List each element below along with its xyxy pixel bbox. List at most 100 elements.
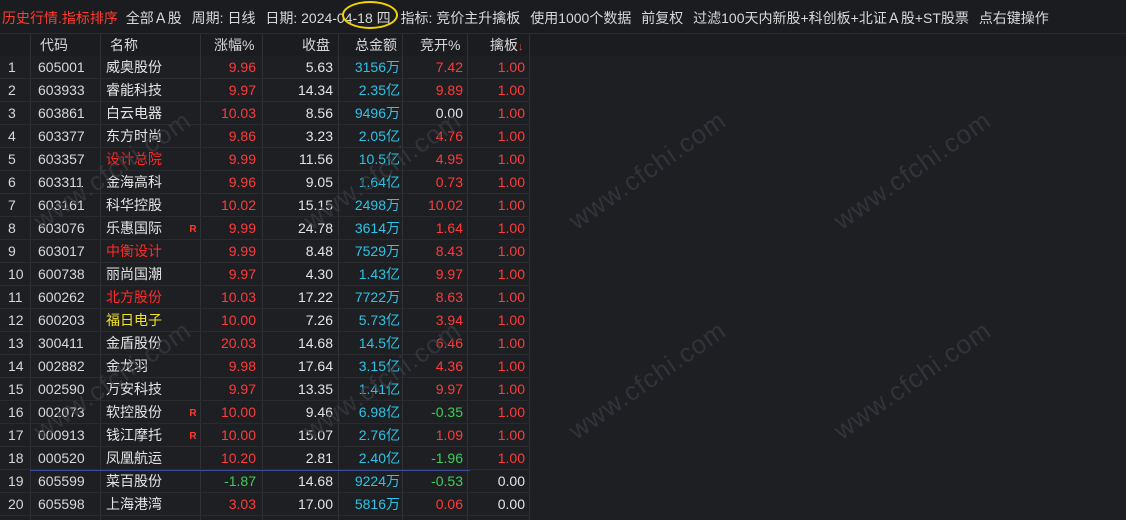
change-pct-cell: 9.96 [228,174,256,190]
qb-cell: 0.00 [497,496,525,512]
table-row[interactable]: 11 600262 北方股份 10.03 17.22 7722万 8.63 1.00 [0,286,530,309]
row-index: 15 [8,381,24,397]
row-separator-line [30,470,470,471]
open-pct-cell: 0.06 [435,496,463,512]
close-price-cell: 14.68 [297,473,333,489]
stock-code: 605598 [38,496,85,512]
col-header-amount[interactable]: 总金额 [355,34,405,56]
qb-cell: 1.00 [497,243,525,259]
stock-name: 上海港湾 [106,496,162,512]
change-pct-cell: 9.99 [228,243,256,259]
row-index: 13 [8,335,24,351]
amount-cell: 1.43亿 [358,266,400,282]
row-index: 12 [8,312,24,328]
table-header: 代码 名称 涨幅% 收盘 总金额 竞开% 擒板↓ [0,34,1126,56]
row-index: 6 [8,174,16,190]
change-pct-cell: 9.99 [228,220,256,236]
qb-cell: 1.00 [497,266,525,282]
open-pct-cell: 1.64 [435,220,463,236]
open-pct-cell: -0.53 [431,473,463,489]
row-index: 19 [8,473,24,489]
qb-cell: 1.00 [497,174,525,190]
window-title[interactable]: 历史行情.指标排序 [2,10,118,26]
col-header-change[interactable]: 涨幅% [214,34,262,56]
close-price-cell: 17.00 [297,496,333,512]
change-pct-cell: 20.03 [220,335,256,351]
change-pct-cell: 9.96 [228,59,256,75]
period-selector[interactable]: 周期: 日线 [192,10,256,26]
open-pct-cell: 7.42 [435,59,463,75]
col-header-name[interactable]: 名称 [110,34,170,56]
table-row[interactable]: 2 603933 睿能科技 9.97 14.34 2.35亿 9.89 1.00 [0,79,530,102]
margin-flag-badge: R [189,224,197,235]
change-pct-cell: 9.99 [228,151,256,167]
amount-cell: 7722万 [354,289,400,305]
change-pct-cell: 10.02 [220,197,256,213]
qb-cell: 1.00 [497,197,525,213]
table-row[interactable]: 8 603076 乐惠国际 R 9.99 24.78 3614万 1.64 1.00 [0,217,530,240]
table-row[interactable]: 10 600738 丽尚国潮 9.97 4.30 1.43亿 9.97 1.00 [0,263,530,286]
data-count-label: 使用1000个数据 [530,10,632,26]
amount-cell: 9224万 [354,473,400,489]
table-row[interactable]: 19 605599 菜百股份 -1.87 14.68 9224万 -0.53 0.00 [0,470,530,493]
change-pct-cell: 10.20 [220,450,256,466]
adjust-mode-label[interactable]: 前复权 [641,10,683,26]
open-pct-cell: 8.63 [435,289,463,305]
stock-code: 600262 [38,289,85,305]
stock-code: 605599 [38,473,85,489]
qb-cell: 1.00 [497,105,525,121]
col-header-qb[interactable]: 擒板↓ [490,34,530,56]
change-pct-cell: 10.00 [220,404,256,420]
row-index: 20 [8,496,24,512]
stock-code: 000520 [38,450,85,466]
close-price-cell: 14.68 [297,335,333,351]
open-pct-cell: 9.97 [435,381,463,397]
stock-name: 凤凰航运 [106,450,162,466]
close-price-cell: 13.35 [297,381,333,397]
change-pct-cell: 9.97 [228,266,256,282]
change-pct-cell: 10.00 [220,312,256,328]
close-price-cell: 17.64 [297,358,333,374]
table-row[interactable]: 9 603017 中衡设计 9.99 8.48 7529万 8.43 1.00 [0,240,530,263]
close-price-cell: 4.30 [305,266,333,282]
change-pct-cell: 10.00 [220,427,256,443]
qb-cell: 1.00 [497,312,525,328]
col-header-close[interactable]: 收盘 [302,34,342,56]
table-row[interactable]: 18 000520 凤凰航运 10.20 2.81 2.40亿 -1.96 1.00 [0,447,530,470]
row-index: 16 [8,404,24,420]
market-selector[interactable]: 全部Ａ股 [126,10,182,26]
table-row[interactable]: 5 603357 设计总院 9.99 11.56 10.5亿 4.95 1.00 [0,148,530,171]
stock-name: 北方股份 [106,289,162,305]
col-header-code[interactable]: 代码 [40,34,100,56]
table-row[interactable]: 14 002882 金龙羽 9.98 17.64 3.15亿 4.36 1.00 [0,355,530,378]
qb-cell: 1.00 [497,450,525,466]
amount-cell: 7529万 [354,243,400,259]
stock-name: 丽尚国潮 [106,266,162,282]
row-index: 9 [8,243,16,259]
stock-code: 600203 [38,312,85,328]
stock-code: 002882 [38,358,85,374]
watermark: www.cfchi.com [827,104,997,236]
stock-code: 603017 [38,243,85,259]
change-pct-cell: -1.87 [224,473,256,489]
row-index: 7 [8,197,16,213]
watermark: www.cfchi.com [562,314,732,446]
table-row[interactable]: 20 605598 上海港湾 3.03 17.00 5816万 0.06 0.00 [0,493,530,516]
qb-cell: 1.00 [497,289,525,305]
indicator-selector[interactable]: 指标: 竞价主升擒板 [401,10,521,26]
row-index: 1 [8,59,16,75]
close-price-cell: 2.81 [305,450,333,466]
hint-label: 点右键操作 [978,10,1049,26]
open-pct-cell: -0.35 [431,404,463,420]
qb-cell: 1.00 [497,59,525,75]
table-row[interactable]: 1 605001 威奥股份 9.96 5.63 3156万 7.42 1.00 [0,56,530,79]
row-index: 14 [8,358,24,374]
close-price-cell: 5.63 [305,59,333,75]
row-index: 10 [8,266,24,282]
table-row[interactable]: 17 000913 钱江摩托 R 10.00 15.07 2.76亿 1.09 1.00 [0,424,530,447]
amount-cell: 9496万 [354,105,400,121]
col-header-open[interactable]: 竞开% [420,34,470,56]
stock-code: 603861 [38,105,85,121]
close-price-cell: 11.56 [299,151,333,167]
col-header-qb-label: 擒板 [490,37,518,53]
